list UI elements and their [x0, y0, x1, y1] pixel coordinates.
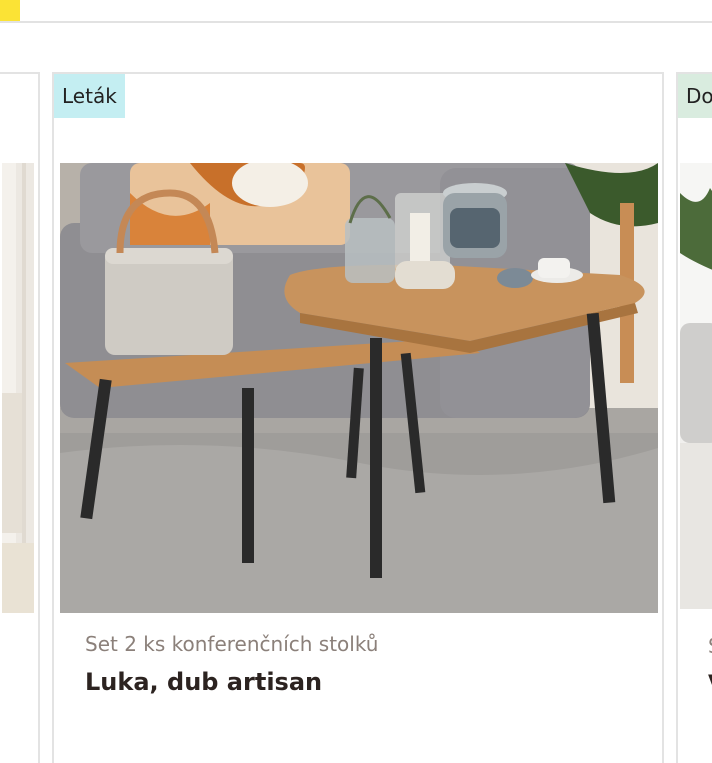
product-image[interactable]	[60, 163, 658, 613]
next-card-badge: Do	[678, 74, 712, 118]
next-card-subtitle: S	[708, 634, 712, 658]
header-accent	[0, 0, 20, 21]
product-card-next[interactable]: Do S V	[676, 72, 712, 763]
leaflet-badge: Leták	[54, 74, 125, 118]
top-header-bar	[0, 0, 712, 23]
product-card[interactable]: Leták Set 2 ks konferenčních stolků Luka…	[52, 72, 664, 763]
product-image-previous[interactable]	[2, 163, 34, 613]
product-image-next[interactable]	[680, 163, 712, 609]
product-card-previous[interactable]	[0, 72, 40, 763]
product-category: Set 2 ks konferenčních stolků	[85, 632, 379, 656]
next-card-title[interactable]: V	[708, 670, 712, 698]
product-name[interactable]: Luka, dub artisan	[85, 668, 322, 696]
